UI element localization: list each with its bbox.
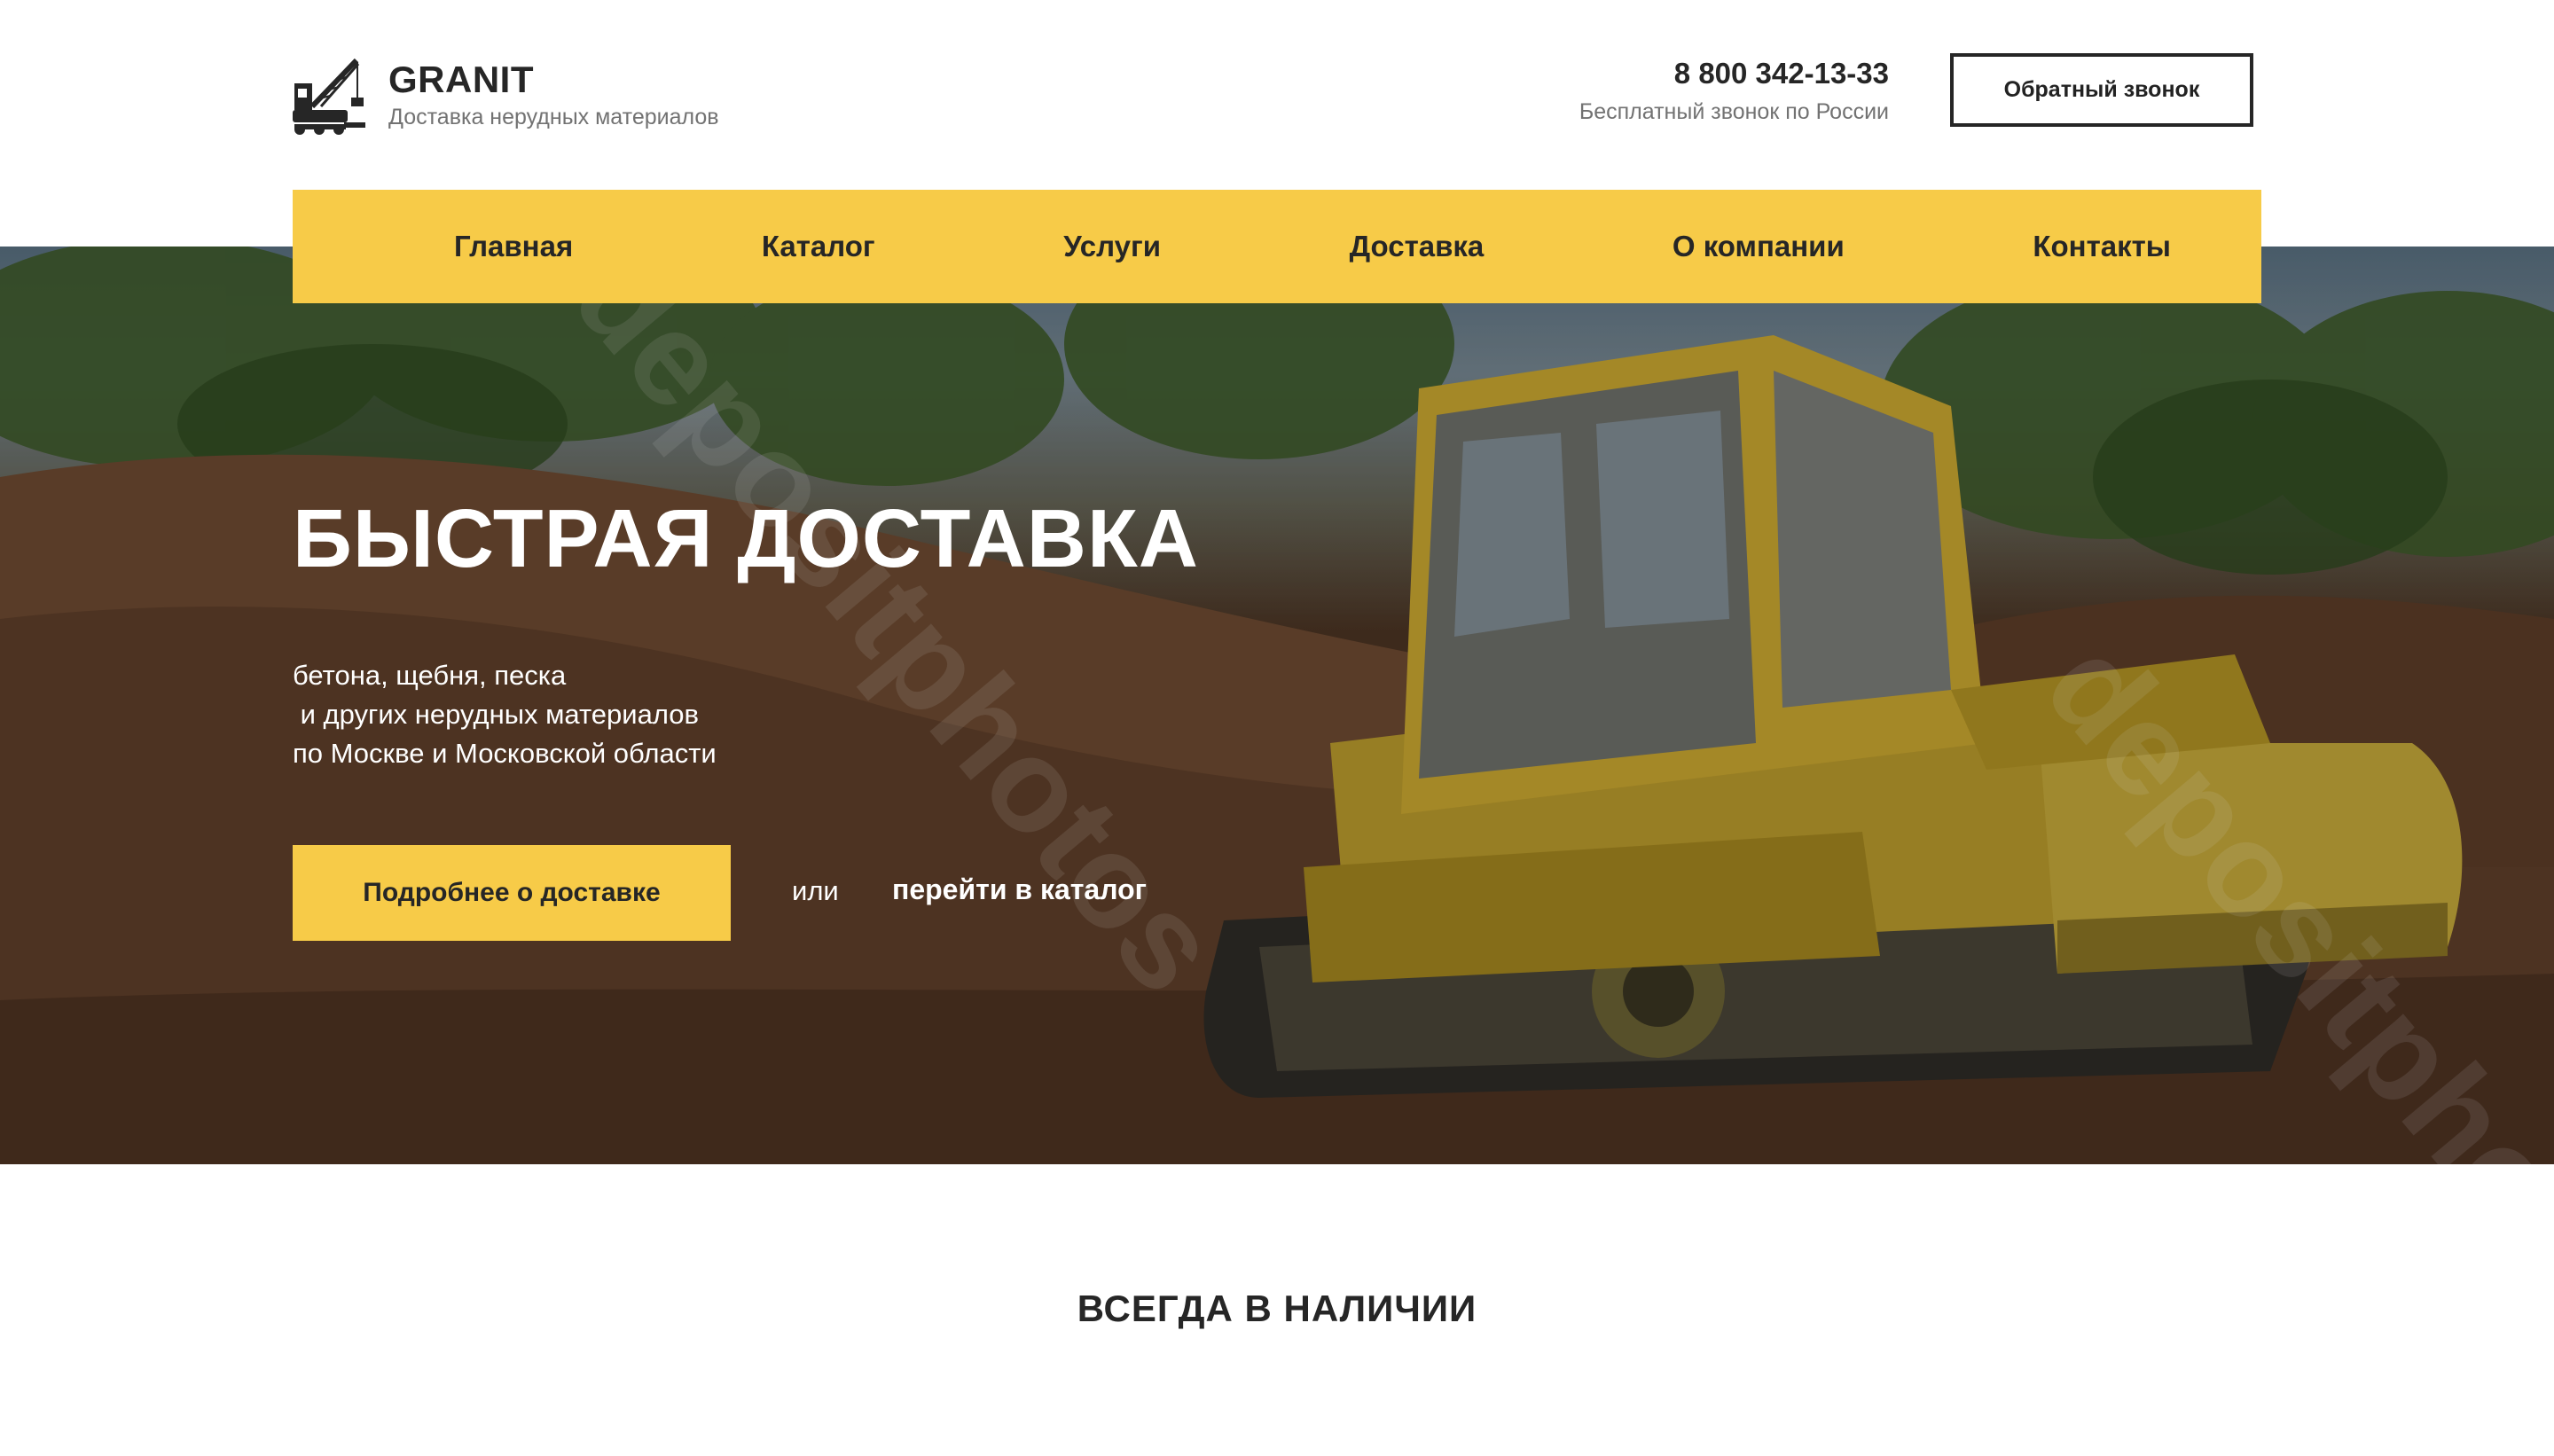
nav-item-contacts[interactable]: Контакты [2033,230,2171,263]
go-to-catalog-link[interactable]: перейти в каталог [892,871,1147,908]
phone-number[interactable]: 8 800 342-13-33 [1674,55,1889,92]
hero-description-line: по Москве и Московской области [293,738,717,769]
nav-item-services[interactable]: Услуги [1063,230,1161,263]
hero-title: БЫСТРАЯ ДОСТАВКА [293,492,1199,584]
brand-name[interactable]: GRANIT [388,57,534,103]
or-text: или [792,875,839,906]
nav-item-home[interactable]: Главная [454,230,573,263]
callback-button[interactable]: Обратный звонок [1950,53,2253,127]
hero-description-line: и других нерудных материалов [293,699,699,730]
nav-item-catalog[interactable]: Каталог [762,230,875,263]
hero-description: бетона, щебня, песка и других нерудных м… [293,656,1091,773]
phone-note: Бесплатный звонок по России [1579,99,1889,124]
nav-item-delivery[interactable]: Доставка [1350,230,1485,263]
nav-item-about[interactable]: О компании [1673,230,1845,263]
hero-description-line: бетона, щебня, песка [293,660,567,691]
brand-tagline: Доставка нерудных материалов [388,105,719,129]
hero-banner: depositphotos depositphotos БЫСТРАЯ ДОСТ… [0,247,2554,1164]
main-nav: Главная Каталог Услуги Доставка О компан… [293,190,2261,303]
delivery-details-button[interactable]: Подробнее о доставке [293,845,731,941]
crane-icon[interactable] [291,57,367,137]
section-title: ВСЕГДА В НАЛИЧИИ [1077,1288,1477,1329]
